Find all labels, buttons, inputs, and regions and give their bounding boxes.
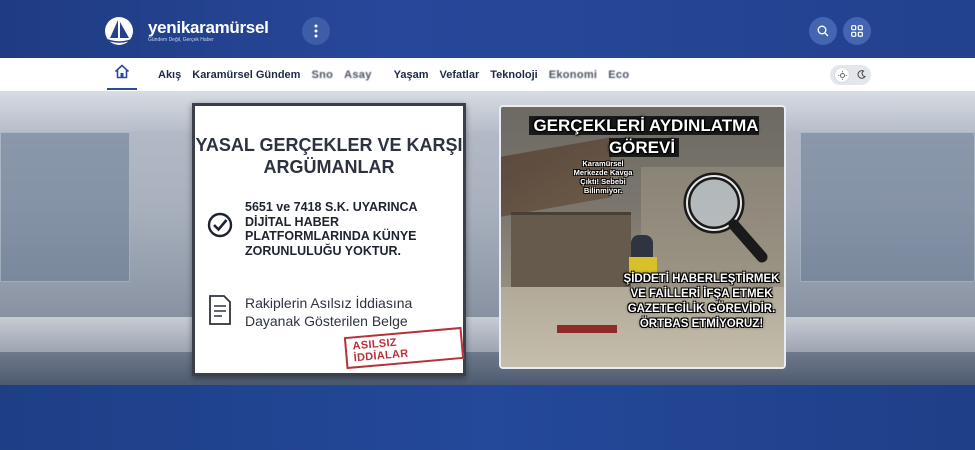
- home-icon: [114, 64, 130, 79]
- logo-name: yenikaramürsel: [148, 17, 269, 37]
- nav-item-yasam[interactable]: Yaşam: [394, 69, 429, 81]
- journalism-statement: ŞİDDETİ HABERLEŞTİRMEK VE FAİLLERİ İFŞA …: [623, 273, 780, 330]
- nav-item-teknoloji[interactable]: Teknoloji: [490, 69, 537, 81]
- grid-icon: [851, 25, 863, 37]
- legal-point-2: Rakiplerin Asılsız İddiasına Dayanak Gös…: [245, 295, 413, 329]
- false-claims-stamp: ASILSIZ İDDİALAR: [343, 326, 465, 370]
- nav-item-asayis[interactable]: Asay: [344, 69, 372, 81]
- content-background: [0, 385, 975, 450]
- magnifier-icon: [683, 172, 768, 263]
- logo-slogan: Gündem Değil, Gerçek Haber: [148, 36, 214, 43]
- apps-button[interactable]: [843, 17, 871, 45]
- nav-item-karamursel-gundem[interactable]: Karamürsel Gündem: [192, 69, 300, 81]
- nav-home[interactable]: [107, 64, 137, 90]
- sun-icon: [835, 68, 849, 82]
- enlightening-facts-title: GERÇEKLERİ AYDINLATMA GÖREVİ: [513, 115, 775, 159]
- check-circle-icon: [207, 212, 233, 238]
- more-vertical-icon: [314, 24, 318, 38]
- enlightening-facts-panel: GERÇEKLERİ AYDINLATMA GÖREVİ Karamürsel …: [499, 105, 786, 369]
- document-icon: [209, 295, 231, 325]
- news-caption: Karamürsel Merkezde Kavga Çıktı! Sebebi …: [573, 159, 633, 195]
- more-menu-button[interactable]: [302, 17, 330, 45]
- sailboat-logo-icon: [105, 17, 133, 45]
- site-logo[interactable]: yenikaramürsel Gündem Değil, Gerçek Habe…: [104, 16, 269, 46]
- nav-item-spor[interactable]: Sno: [311, 69, 333, 81]
- legal-point-1: 5651 ve 7418 S.K. UYARINCA DİJİTAL HABER…: [245, 200, 418, 258]
- search-icon: [817, 25, 829, 37]
- theme-toggle[interactable]: [830, 65, 871, 85]
- hero-banner[interactable]: [0, 92, 975, 385]
- nav-item-eco[interactable]: Eco: [608, 69, 629, 81]
- main-nav: Akış Karamürsel Gündem Sno Asay Yaşam Ve…: [0, 58, 975, 92]
- moon-icon: [857, 66, 866, 84]
- nav-item-ekonomi[interactable]: Ekonomi: [549, 69, 598, 81]
- search-button[interactable]: [809, 17, 837, 45]
- legal-facts-title: YASAL GERÇEKLER VE KARŞI ARGÜMANLAR: [195, 135, 463, 177]
- nav-item-akis[interactable]: Akış: [158, 69, 181, 81]
- nav-item-vefatlar[interactable]: Vefatlar: [440, 69, 480, 81]
- top-header: yenikaramürsel Gündem Değil, Gerçek Habe…: [0, 0, 975, 58]
- legal-facts-panel: YASAL GERÇEKLER VE KARŞI ARGÜMANLAR 5651…: [192, 103, 466, 376]
